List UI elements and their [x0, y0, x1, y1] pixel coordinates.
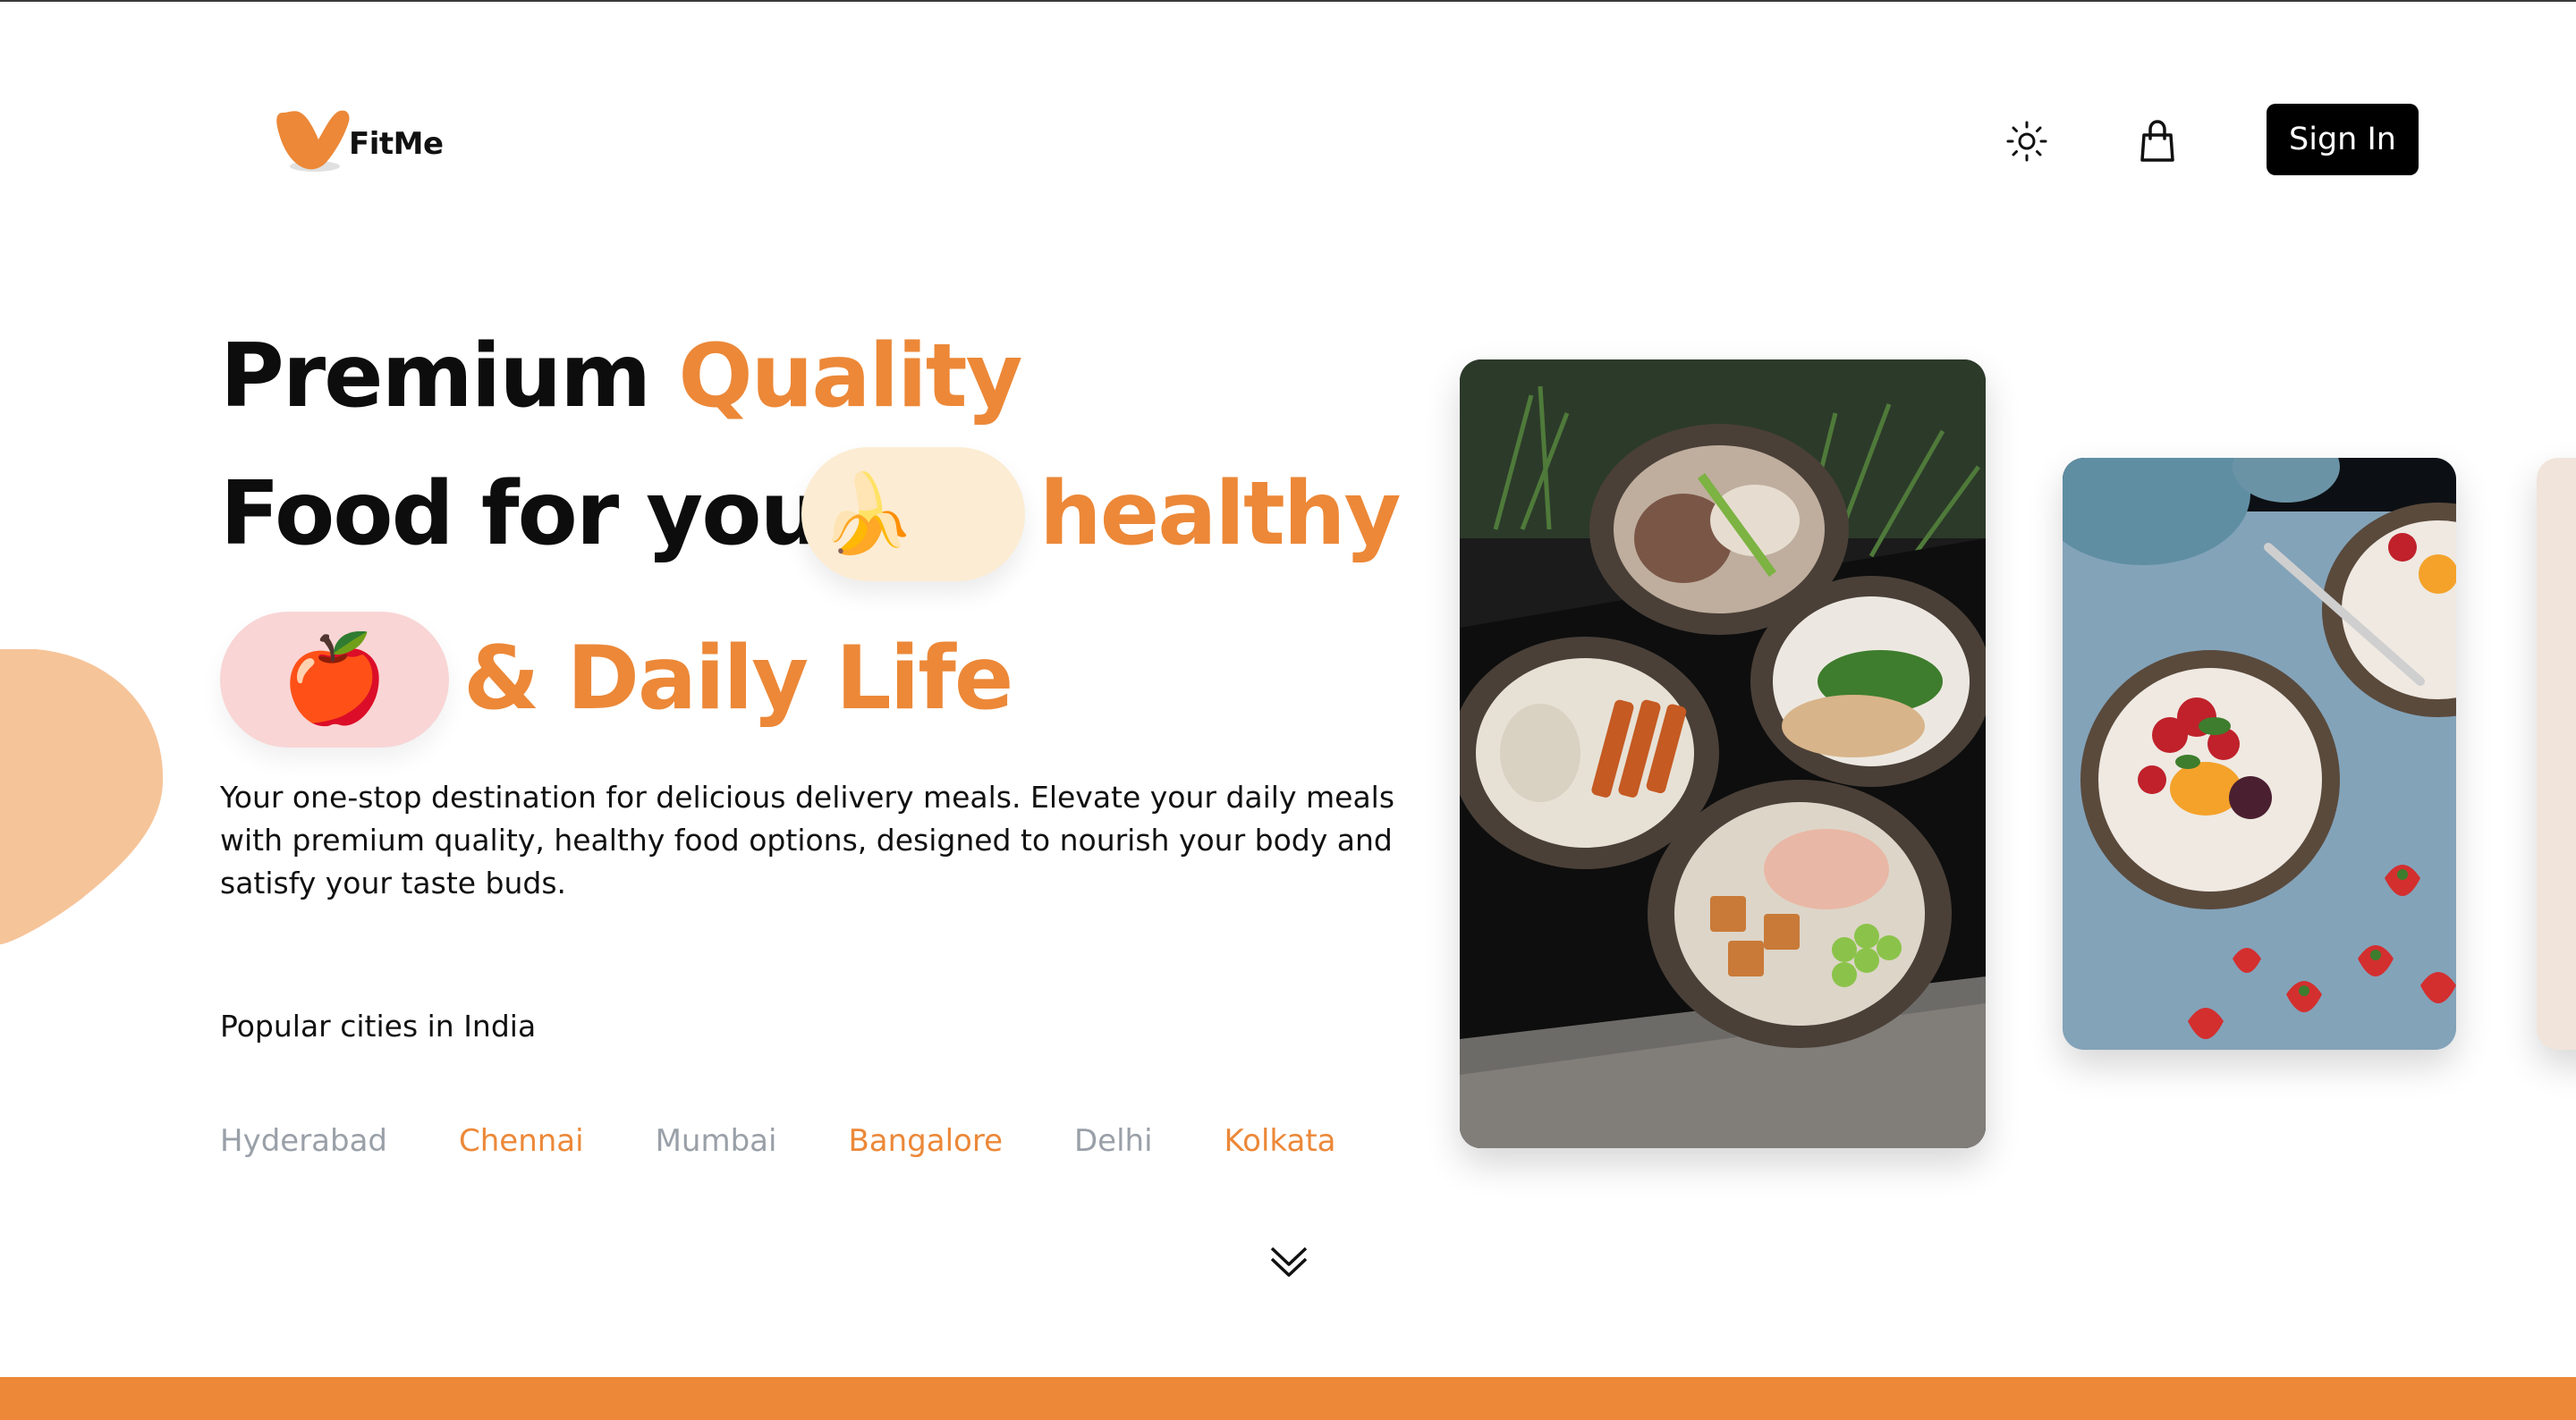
cart-button[interactable] — [2131, 114, 2184, 168]
footer-band — [0, 1377, 2576, 1420]
scroll-down-button[interactable] — [1267, 1238, 1311, 1282]
fitme-logo-icon — [274, 104, 352, 175]
headline-premium: Premium — [220, 325, 651, 427]
brand-logo[interactable]: FitMe — [274, 104, 444, 175]
shopping-bag-icon — [2140, 120, 2174, 162]
sign-in-button[interactable]: Sign In — [2267, 104, 2419, 175]
partial-food-image[interactable] — [2537, 458, 2576, 1050]
popular-cities-label: Popular cities in India — [220, 1009, 537, 1044]
city-mumbai[interactable]: Mumbai — [656, 1123, 777, 1159]
headline-line-1: Premium Quality — [220, 333, 1022, 420]
headline-quality: Quality — [678, 325, 1022, 427]
theme-toggle-button[interactable] — [2000, 114, 2054, 168]
apple-icon: 🍎 — [281, 631, 388, 727]
top-border — [0, 0, 2576, 2]
city-delhi[interactable]: Delhi — [1074, 1123, 1153, 1159]
logo-text: FitMe — [349, 126, 444, 162]
headline-food-for-your: Food for your — [220, 463, 864, 565]
city-hyderabad[interactable]: Hyderabad — [220, 1123, 387, 1159]
city-bangalore[interactable]: Bangalore — [848, 1123, 1003, 1159]
sun-icon — [2006, 121, 2047, 162]
apple-pill: 🍎 — [220, 612, 449, 748]
decorative-blob — [0, 648, 165, 944]
meal-bowls-image[interactable] — [1460, 359, 1986, 1148]
double-chevron-down-icon — [1270, 1247, 1308, 1277]
banana-icon: 🍌 — [819, 471, 916, 557]
banana-pill: 🍌 — [801, 447, 1025, 581]
headline-healthy: healthy — [1039, 463, 1401, 565]
city-kolkata[interactable]: Kolkata — [1224, 1123, 1336, 1159]
headline-daily-life: & Daily Life — [463, 628, 1013, 730]
fruit-porridge-image[interactable] — [2063, 458, 2456, 1050]
city-list: Hyderabad Chennai Mumbai Bangalore Delhi… — [220, 1123, 1336, 1159]
city-chennai[interactable]: Chennai — [459, 1123, 584, 1159]
hero-description: Your one-stop destination for delicious … — [220, 780, 1395, 900]
